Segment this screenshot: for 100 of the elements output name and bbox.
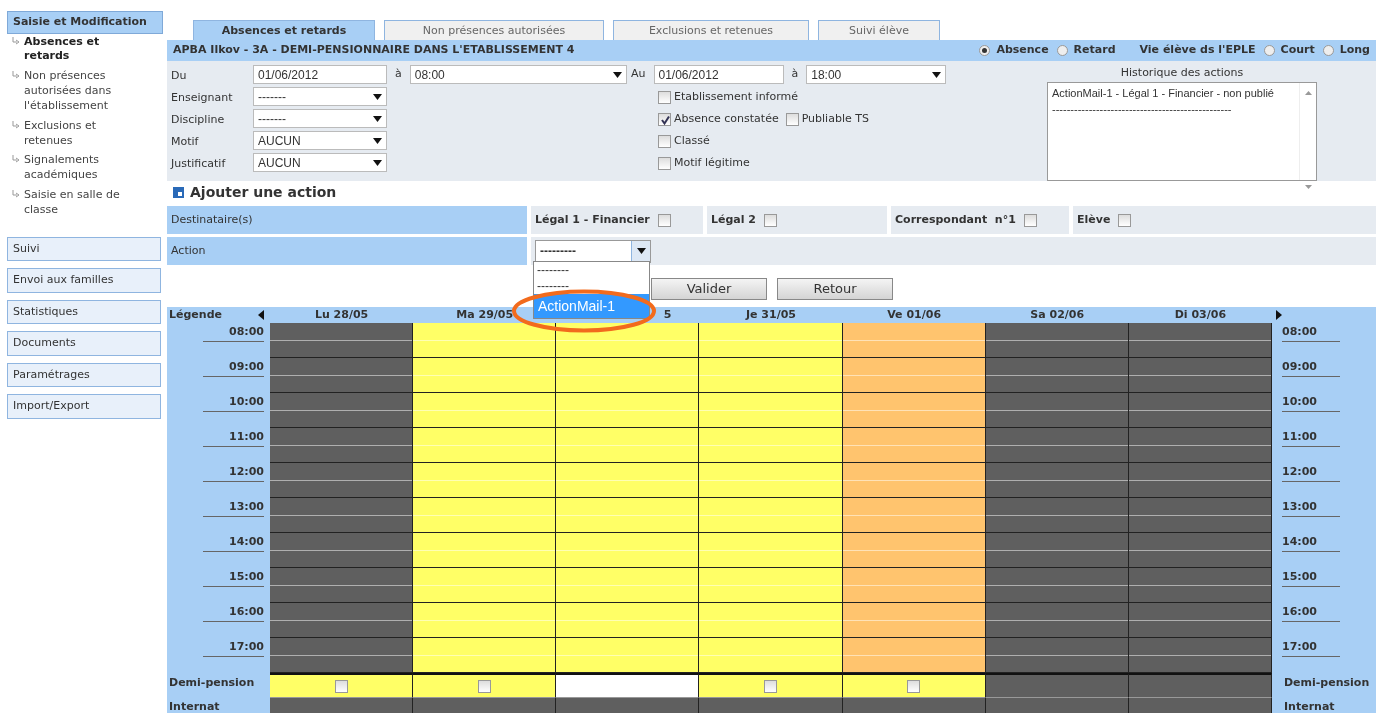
time-slot[interactable]	[699, 393, 843, 428]
time-slot[interactable]	[413, 358, 557, 393]
checkbox[interactable]	[785, 112, 799, 126]
tab[interactable]: Non présences autorisées	[384, 20, 604, 40]
tab[interactable]: Absences et retards	[193, 20, 375, 40]
sidebar-link[interactable]: Non présences autorisées dans l'établissement	[24, 69, 146, 114]
form-button[interactable]: Valider	[651, 278, 767, 300]
checkbox[interactable]	[477, 679, 491, 693]
sidebar-link[interactable]: Exclusions et retenues	[24, 118, 146, 149]
select-field[interactable]: AUCUN	[253, 153, 387, 172]
time-slot[interactable]	[1128, 463, 1272, 498]
time-slot[interactable]	[699, 463, 843, 498]
action-select[interactable]: ---------	[535, 239, 651, 263]
time-slot[interactable]	[699, 568, 843, 603]
time-slot[interactable]	[985, 533, 1129, 568]
tab[interactable]: Exclusions et retenues	[613, 20, 809, 40]
time-slot[interactable]	[842, 533, 986, 568]
sidebar-header[interactable]: Saisie et Modification	[7, 11, 163, 34]
time-slot[interactable]	[699, 498, 843, 533]
time-slot[interactable]	[1128, 533, 1272, 568]
radio-button[interactable]	[1263, 45, 1275, 56]
time-slot[interactable]	[270, 533, 414, 568]
time-slot[interactable]	[842, 498, 986, 533]
time-slot[interactable]	[556, 323, 700, 358]
checkbox[interactable]	[658, 112, 671, 126]
time-slot[interactable]	[699, 533, 843, 568]
select-field[interactable]: AUCUN	[253, 131, 387, 150]
time-slot[interactable]	[985, 638, 1129, 673]
sidebar-link[interactable]: Saisie en salle de classe	[24, 188, 146, 218]
time-slot[interactable]	[842, 393, 986, 428]
sidebar-section-button[interactable]: Import/Export	[7, 394, 161, 419]
time-slot[interactable]	[842, 568, 986, 603]
time-slot[interactable]	[842, 358, 986, 393]
time-slot[interactable]	[413, 393, 557, 428]
time-slot[interactable]	[270, 498, 414, 533]
time-slot[interactable]	[1128, 568, 1272, 603]
time-slot[interactable]	[842, 638, 986, 673]
time-slot[interactable]	[1128, 323, 1272, 358]
time-slot[interactable]	[556, 603, 700, 638]
time-slot[interactable]	[556, 498, 700, 533]
sidebar-link[interactable]: Signalements académiques	[24, 153, 146, 184]
time-slot[interactable]	[985, 463, 1129, 498]
select-field[interactable]: 18:00	[806, 65, 947, 84]
time-slot[interactable]	[270, 463, 414, 498]
radio-button[interactable]	[979, 45, 991, 56]
time-slot[interactable]	[985, 603, 1129, 638]
checkbox[interactable]	[657, 213, 671, 227]
form-button[interactable]: Retour	[777, 278, 893, 300]
select-field[interactable]: -------	[253, 87, 387, 106]
time-slot[interactable]	[842, 603, 986, 638]
dropdown-option[interactable]: --------	[534, 262, 649, 278]
time-slot[interactable]	[270, 568, 414, 603]
time-slot[interactable]	[842, 323, 986, 358]
radio-button[interactable]	[1056, 45, 1068, 56]
time-slot[interactable]	[556, 428, 700, 463]
checkbox[interactable]	[764, 679, 777, 693]
time-slot[interactable]	[1128, 428, 1272, 463]
time-slot[interactable]	[985, 498, 1129, 533]
time-slot[interactable]	[413, 533, 557, 568]
time-slot[interactable]	[413, 568, 557, 603]
dropdown-option[interactable]: --------	[534, 278, 649, 294]
sidebar-section-button[interactable]: Statistiques	[7, 299, 161, 325]
time-slot[interactable]	[413, 498, 557, 533]
sidebar-section-button[interactable]: Paramétrages	[7, 362, 161, 388]
time-slot[interactable]	[556, 568, 700, 603]
time-slot[interactable]	[413, 603, 557, 638]
time-slot[interactable]	[699, 358, 843, 393]
checkbox[interactable]	[334, 679, 348, 693]
checkbox[interactable]	[1023, 213, 1037, 227]
time-slot[interactable]	[413, 428, 557, 463]
time-slot[interactable]	[413, 638, 557, 673]
time-slot[interactable]	[842, 463, 986, 498]
time-slot[interactable]	[413, 463, 557, 498]
sidebar-section-button[interactable]: Documents	[7, 331, 161, 356]
select-field[interactable]: -------	[253, 109, 387, 128]
time-slot[interactable]	[985, 428, 1129, 463]
time-slot[interactable]	[1128, 603, 1272, 638]
time-slot[interactable]	[556, 533, 700, 568]
time-slot[interactable]	[985, 323, 1129, 358]
time-slot[interactable]	[270, 358, 414, 393]
time-slot[interactable]	[556, 638, 700, 673]
time-slot[interactable]	[556, 463, 700, 498]
sidebar-item[interactable]: Absences et retards	[24, 34, 146, 65]
input-field[interactable]: 01/06/2012	[653, 65, 784, 84]
time-slot[interactable]	[985, 358, 1129, 393]
checkbox[interactable]	[658, 134, 671, 148]
time-slot[interactable]	[985, 568, 1129, 603]
time-slot[interactable]	[699, 638, 843, 673]
time-slot[interactable]	[270, 393, 414, 428]
time-slot[interactable]	[1128, 393, 1272, 428]
radio-button[interactable]	[1322, 45, 1334, 56]
checkbox[interactable]	[658, 90, 671, 104]
time-slot[interactable]	[1128, 638, 1272, 673]
checkbox[interactable]	[1118, 213, 1132, 227]
input-field[interactable]: 01/06/2012	[253, 65, 387, 84]
checkbox[interactable]	[907, 679, 921, 693]
tab[interactable]: Suivi élève	[818, 20, 940, 40]
sidebar-section-button[interactable]: Envoi aux familles	[7, 268, 161, 293]
time-slot[interactable]	[1128, 498, 1272, 533]
checkbox[interactable]	[764, 213, 778, 227]
